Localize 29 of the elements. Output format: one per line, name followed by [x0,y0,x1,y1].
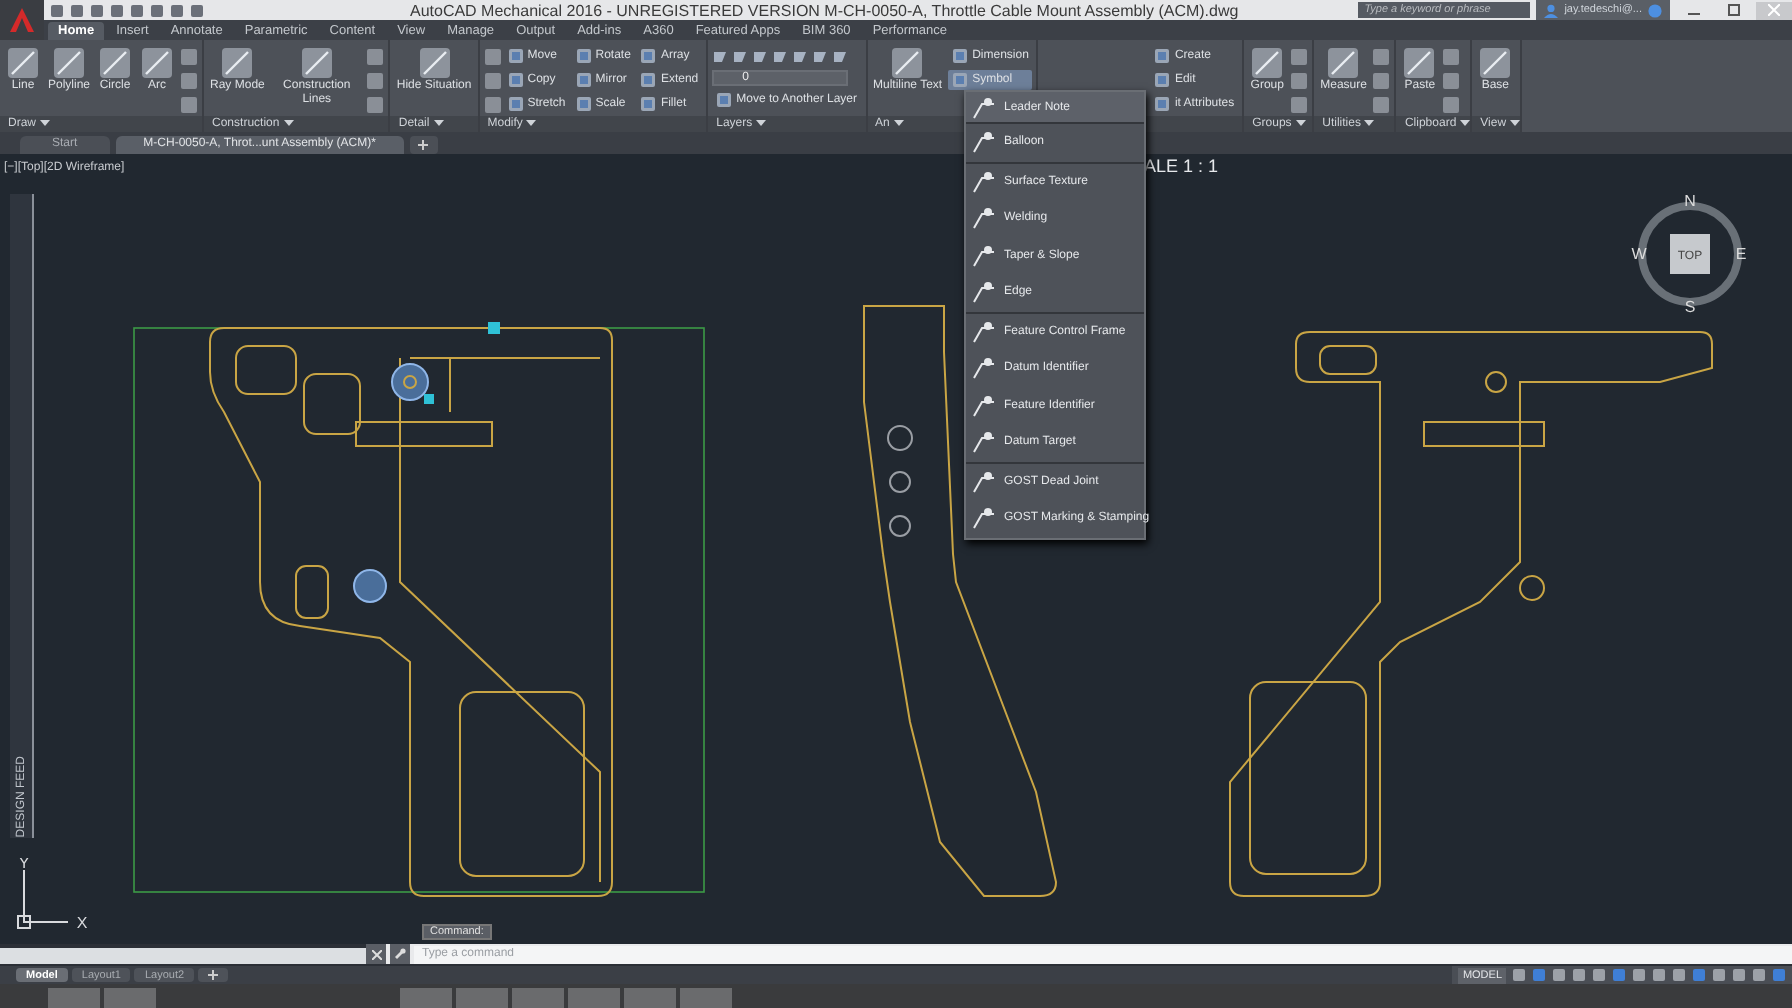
close-button[interactable] [366,944,386,965]
symbol-icon [972,393,996,418]
symbol-icon [972,506,996,531]
symbol-icon [972,169,996,194]
close-icon [371,949,381,960]
close-icon [1768,4,1780,16]
help-icon[interactable] [1648,3,1662,17]
symbol-icon [972,206,996,231]
symbol-icon [972,243,996,268]
symbol-icon [972,95,996,119]
symbol-icon [972,130,996,155]
scale-label: ALE 1 : 1 [1144,155,1219,176]
scrollbar[interactable] [0,948,366,965]
user-icon [1544,3,1559,17]
wrench-drawing [394,948,406,961]
plus-icon [418,139,429,150]
app-menu-button[interactable] [0,0,44,40]
symbol-icon [972,356,996,381]
symbol-icon [972,430,996,455]
app-logo-icon [8,6,36,34]
symbol-icon [972,280,996,305]
customize-button[interactable] [390,944,410,965]
new-tab-button[interactable] [409,135,438,154]
maximize-icon [1728,4,1740,16]
symbol-icon [972,319,996,344]
new-layout-button[interactable] [198,968,229,983]
window-title: AutoCAD Mechanical 2016 - UNREGISTERED VERSION M-CH-0050-A, Throttle Cable Mount Assembly (ACM).dwg [407,1,1241,19]
symbol-icon [972,469,996,494]
plus-icon [208,970,219,981]
